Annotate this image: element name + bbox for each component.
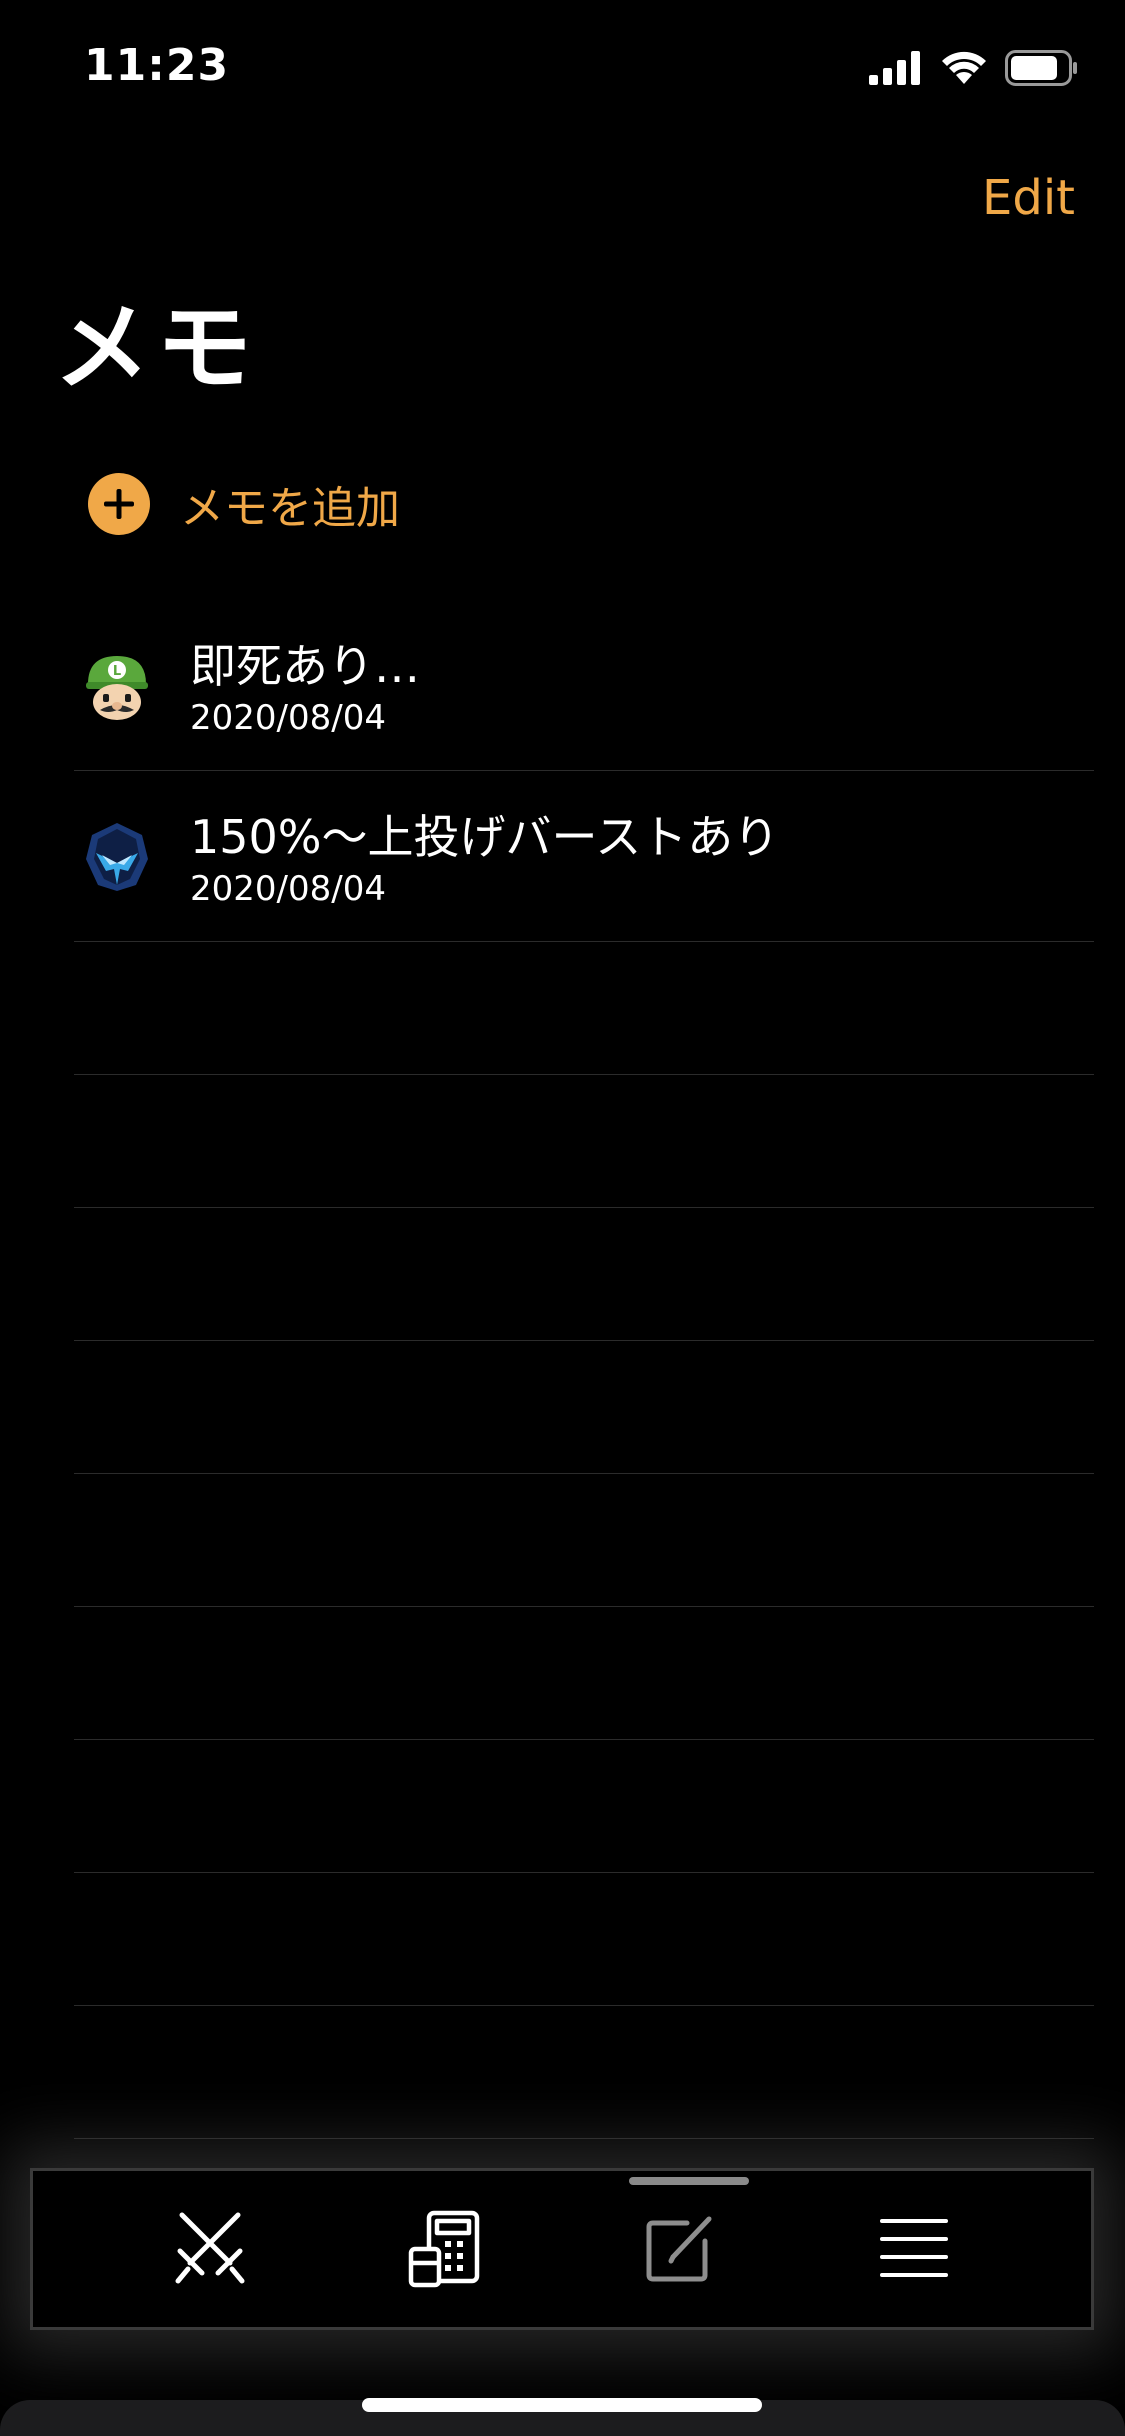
empty-row (74, 1075, 1094, 1208)
page-title: メモ (54, 292, 258, 404)
dark-samus-icon (86, 823, 148, 891)
memo-title: 即死あり… (190, 639, 420, 693)
empty-row (74, 1208, 1094, 1341)
empty-row (74, 2006, 1094, 2139)
luigi-icon: L (86, 656, 148, 720)
tab-menu[interactable] (854, 2189, 974, 2309)
compose-icon (646, 2216, 712, 2282)
tab-memo[interactable] (619, 2189, 739, 2309)
memo-text: 即死あり… 2020/08/04 (190, 638, 420, 740)
tab-calculator[interactable] (385, 2189, 505, 2309)
status-time: 11:23 (84, 40, 230, 91)
status-bar: 11:23 (0, 0, 1125, 140)
menu-icon (879, 2219, 948, 2277)
empty-row (74, 1607, 1094, 1740)
memo-list: L 即死あり… 2020/08/04 150%〜上投げバーストあり 2020/0… (74, 600, 1094, 2139)
tab-battle[interactable] (150, 2189, 270, 2309)
calculator-icon (408, 2210, 479, 2288)
memo-title: 150%〜上投げバーストあり (190, 810, 780, 864)
wifi-icon (942, 51, 986, 84)
empty-row (74, 1740, 1094, 1873)
empty-row (74, 1341, 1094, 1474)
empty-row (74, 942, 1094, 1075)
tab-bar (30, 2168, 1094, 2330)
drag-handle[interactable] (629, 2177, 749, 2185)
plus-icon (88, 473, 150, 535)
edit-button[interactable]: Edit (982, 170, 1075, 226)
memo-list-item[interactable]: L 即死あり… 2020/08/04 (74, 600, 1094, 771)
cellular-signal-icon (869, 51, 920, 85)
battery-icon (1005, 50, 1077, 86)
memo-date: 2020/08/04 (190, 869, 386, 909)
add-memo-label: メモを追加 (180, 483, 400, 534)
memo-text: 150%〜上投げバーストあり 2020/08/04 (190, 809, 779, 911)
empty-row (74, 1474, 1094, 1607)
memo-date: 2020/08/04 (190, 698, 386, 738)
status-icons (869, 46, 1079, 90)
empty-row (74, 1873, 1094, 2006)
home-indicator[interactable] (362, 2398, 762, 2412)
svg-text:L: L (113, 664, 121, 679)
add-memo-button[interactable]: メモを追加 (88, 472, 400, 536)
memo-list-item[interactable]: 150%〜上投げバーストあり 2020/08/04 (74, 771, 1094, 942)
crossed-swords-icon (175, 2212, 245, 2284)
